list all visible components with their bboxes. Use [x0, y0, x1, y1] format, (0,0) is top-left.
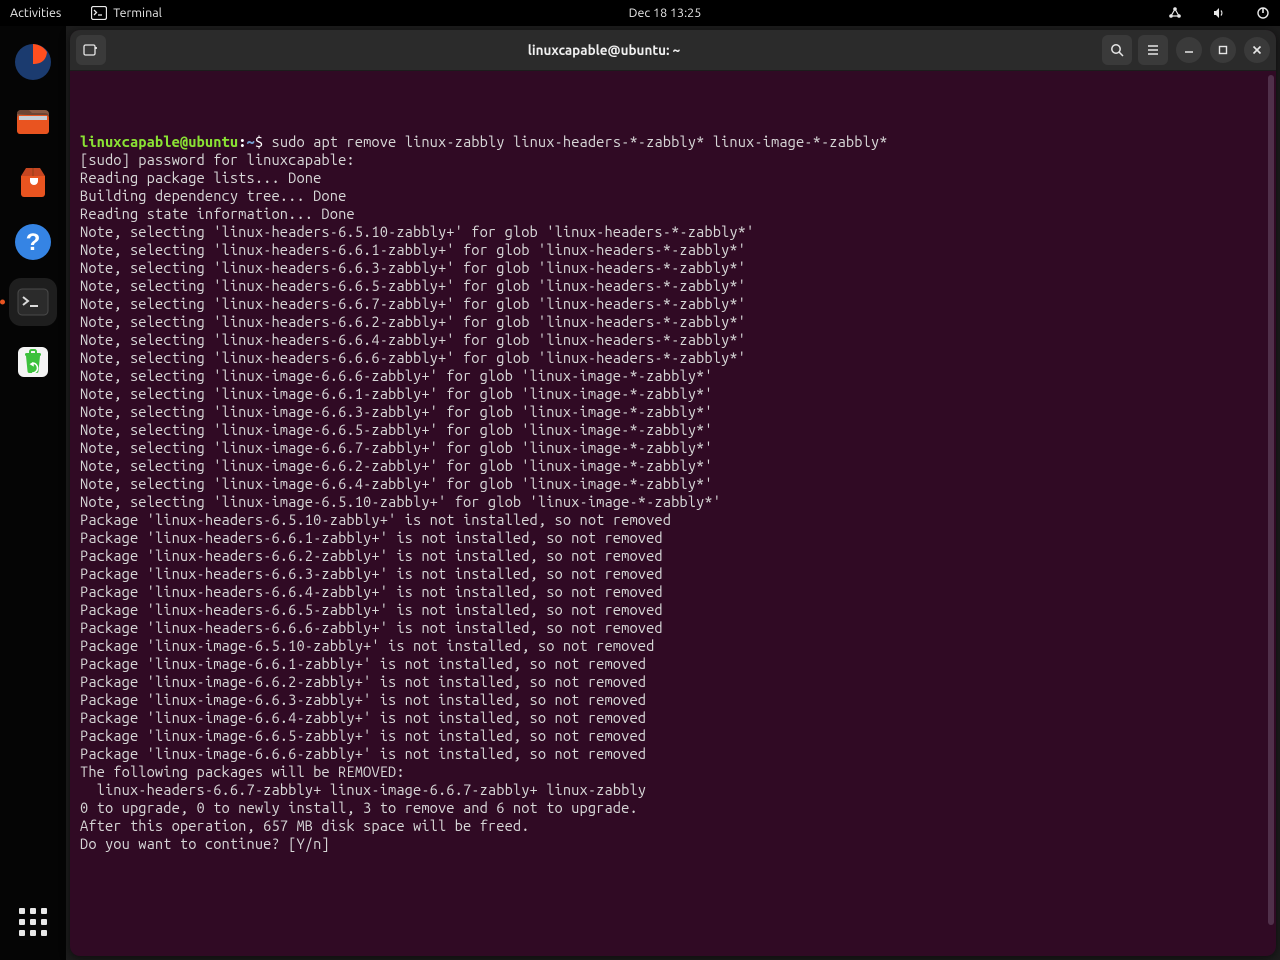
output-line: 0 to upgrade, 0 to newly install, 3 to r…: [80, 799, 1266, 817]
output-line: linux-headers-6.6.7-zabbly+ linux-image-…: [80, 781, 1266, 799]
output-line: Note, selecting 'linux-image-6.6.1-zabbl…: [80, 385, 1266, 403]
terminal-window: linuxcapable@ubuntu: ~: [70, 30, 1276, 956]
volume-status-icon[interactable]: [1206, 6, 1232, 20]
output-line: Reading state information... Done: [80, 205, 1266, 223]
command-text: sudo apt remove linux-zabbly linux-heade…: [272, 133, 888, 150]
output-line: Note, selecting 'linux-headers-6.6.5-zab…: [80, 277, 1266, 295]
output-line: Note, selecting 'linux-headers-6.6.7-zab…: [80, 295, 1266, 313]
output-line: Note, selecting 'linux-image-6.6.6-zabbl…: [80, 367, 1266, 385]
dock-show-apps-icon[interactable]: [9, 898, 57, 946]
output-line: Note, selecting 'linux-headers-6.5.10-za…: [80, 223, 1266, 241]
output-line: Package 'linux-headers-6.5.10-zabbly+' i…: [80, 511, 1266, 529]
output-line: Package 'linux-image-6.6.5-zabbly+' is n…: [80, 727, 1266, 745]
output-line: Package 'linux-headers-6.6.6-zabbly+' is…: [80, 619, 1266, 637]
terminal-output: linuxcapable@ubuntu:~$ sudo apt remove l…: [80, 133, 1266, 853]
output-line: Note, selecting 'linux-image-6.5.10-zabb…: [80, 493, 1266, 511]
output-line: Package 'linux-image-6.6.3-zabbly+' is n…: [80, 691, 1266, 709]
clock-label: Dec 18 13:25: [629, 6, 702, 20]
apps-grid-icon: [19, 908, 47, 936]
dock-help-icon[interactable]: ?: [9, 218, 57, 266]
svg-text:?: ?: [26, 229, 41, 256]
output-line: Package 'linux-image-6.5.10-zabbly+' is …: [80, 637, 1266, 655]
prompt-path: ~: [247, 133, 255, 150]
output-line: Note, selecting 'linux-headers-6.6.4-zab…: [80, 331, 1266, 349]
output-line: Do you want to continue? [Y/n]: [80, 835, 1266, 853]
prompt-symbol: $: [255, 133, 272, 150]
output-line: Package 'linux-image-6.6.1-zabbly+' is n…: [80, 655, 1266, 673]
minimize-button[interactable]: [1176, 37, 1202, 63]
search-button[interactable]: [1102, 35, 1132, 65]
prompt-line: linuxcapable@ubuntu:~$ sudo apt remove l…: [80, 133, 1266, 151]
clock[interactable]: Dec 18 13:25: [168, 6, 1162, 20]
prompt-user-host: linuxcapable@ubuntu: [80, 133, 238, 150]
output-line: Note, selecting 'linux-image-6.6.3-zabbl…: [80, 403, 1266, 421]
dock-terminal-icon[interactable]: [9, 278, 57, 326]
dock-software-icon[interactable]: [9, 158, 57, 206]
current-app-indicator[interactable]: Terminal: [85, 6, 168, 20]
output-line: Package 'linux-image-6.6.6-zabbly+' is n…: [80, 745, 1266, 763]
output-line: Package 'linux-image-6.6.4-zabbly+' is n…: [80, 709, 1266, 727]
output-line: Package 'linux-headers-6.6.3-zabbly+' is…: [80, 565, 1266, 583]
output-line: Package 'linux-headers-6.6.1-zabbly+' is…: [80, 529, 1266, 547]
terminal-indicator-icon: [91, 6, 107, 20]
output-line: Note, selecting 'linux-image-6.6.5-zabbl…: [80, 421, 1266, 439]
window-title: linuxcapable@ubuntu: ~: [106, 42, 1102, 58]
power-status-icon[interactable]: [1250, 6, 1276, 20]
network-status-icon[interactable]: [1162, 6, 1188, 20]
output-line: After this operation, 657 MB disk space …: [80, 817, 1266, 835]
dock-firefox-icon[interactable]: [9, 38, 57, 86]
gnome-topbar: Activities Terminal Dec 18 13:25: [0, 0, 1280, 26]
prompt-colon: :: [238, 133, 246, 150]
output-line: Reading package lists... Done: [80, 169, 1266, 187]
output-line: Note, selecting 'linux-image-6.6.4-zabbl…: [80, 475, 1266, 493]
output-line: The following packages will be REMOVED:: [80, 763, 1266, 781]
maximize-button[interactable]: [1210, 37, 1236, 63]
output-line: Note, selecting 'linux-image-6.6.7-zabbl…: [80, 439, 1266, 457]
terminal-titlebar: linuxcapable@ubuntu: ~: [70, 30, 1276, 71]
scrollbar[interactable]: [1268, 75, 1274, 925]
output-line: Note, selecting 'linux-image-6.6.2-zabbl…: [80, 457, 1266, 475]
output-line: Package 'linux-headers-6.6.5-zabbly+' is…: [80, 601, 1266, 619]
output-line: Note, selecting 'linux-headers-6.6.6-zab…: [80, 349, 1266, 367]
output-line: Note, selecting 'linux-headers-6.6.2-zab…: [80, 313, 1266, 331]
output-line: Package 'linux-headers-6.6.2-zabbly+' is…: [80, 547, 1266, 565]
current-app-label: Terminal: [113, 6, 162, 20]
new-tab-button[interactable]: [76, 35, 106, 65]
output-line: Building dependency tree... Done: [80, 187, 1266, 205]
output-line: [sudo] password for linuxcapable:: [80, 151, 1266, 169]
output-line: Note, selecting 'linux-headers-6.6.1-zab…: [80, 241, 1266, 259]
terminal-body[interactable]: linuxcapable@ubuntu:~$ sudo apt remove l…: [70, 71, 1276, 956]
activities-label: Activities: [10, 6, 61, 20]
output-line: Package 'linux-image-6.6.2-zabbly+' is n…: [80, 673, 1266, 691]
output-line: Note, selecting 'linux-headers-6.6.3-zab…: [80, 259, 1266, 277]
gnome-dock: ?: [0, 26, 66, 960]
close-button[interactable]: [1244, 37, 1270, 63]
dock-files-icon[interactable]: [9, 98, 57, 146]
activities-button[interactable]: Activities: [4, 6, 67, 20]
output-line: Package 'linux-headers-6.6.4-zabbly+' is…: [80, 583, 1266, 601]
hamburger-menu-button[interactable]: [1138, 35, 1168, 65]
dock-trash-icon[interactable]: [9, 338, 57, 386]
